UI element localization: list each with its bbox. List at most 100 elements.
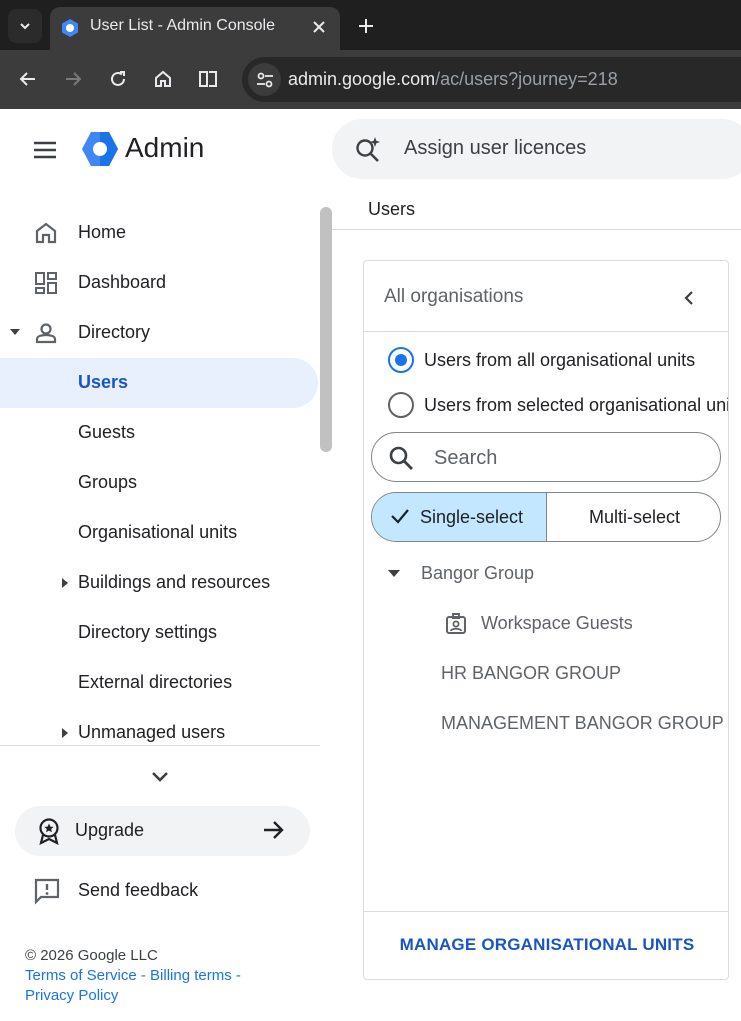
tab-close-button[interactable]	[308, 16, 330, 38]
admin-logo-icon	[82, 132, 118, 166]
sidebar-item-external-directories[interactable]: External directories	[0, 658, 318, 708]
search-icon	[389, 446, 413, 470]
org-unit-panel: All organisations Users from all organis…	[363, 260, 729, 980]
footer-separator: -	[231, 967, 241, 984]
app-name: Admin	[125, 132, 205, 163]
global-search-bar[interactable]: Assign user licences	[332, 119, 741, 179]
multi-select-label: Multi-select	[588, 507, 681, 527]
privacy-policy-link[interactable]: Privacy Policy	[25, 987, 118, 1004]
radio-button-checked[interactable]	[388, 347, 414, 373]
chevron-left-icon	[684, 291, 693, 305]
sidebar-item-users[interactable]: Users	[0, 358, 318, 408]
sidebar-item-label: External directories	[78, 672, 233, 692]
sidebar-item-label: Unmanaged users	[78, 722, 226, 742]
upgrade-label: Upgrade	[75, 820, 145, 840]
admin-favicon-icon	[62, 19, 78, 37]
feedback-icon	[34, 878, 60, 905]
arrow-left-icon	[19, 72, 35, 86]
multi-select-button[interactable]: Multi-select	[547, 493, 720, 541]
forward-button[interactable]	[58, 64, 88, 94]
tab-search-dropdown[interactable]	[8, 9, 42, 43]
home-icon	[33, 220, 59, 246]
sidebar-scrollbar[interactable]	[320, 207, 332, 452]
sidebar-item-label: Dashboard	[78, 272, 167, 292]
radio-all-units[interactable]: Users from all organisational units	[388, 345, 728, 375]
award-icon	[39, 818, 59, 845]
reading-mode-icon	[199, 71, 217, 87]
new-tab-button[interactable]	[352, 12, 380, 40]
menu-icon	[34, 141, 56, 159]
footer-separator: -	[136, 967, 151, 984]
header-divider	[332, 229, 741, 230]
plus-icon	[359, 19, 373, 33]
chevron-down-icon	[20, 23, 30, 30]
side-panel-button[interactable]	[193, 64, 223, 94]
panel-footer-divider	[364, 911, 728, 912]
check-icon	[391, 509, 409, 524]
site-info-button[interactable]	[248, 63, 281, 96]
dashboard-icon	[33, 270, 59, 296]
sidebar-item-directory[interactable]: Directory	[0, 308, 318, 358]
single-select-button[interactable]: Single-select	[372, 493, 547, 541]
tune-icon	[256, 72, 273, 87]
feedback-label: Send feedback	[78, 880, 199, 900]
browser-tab-active[interactable]: User List - Admin Console	[50, 7, 340, 50]
collapse-panel-button[interactable]	[676, 285, 702, 311]
radio-button-unchecked[interactable]	[388, 392, 414, 418]
tree-node-workspace-guests[interactable]: Workspace Guests	[444, 603, 724, 643]
caret-right-icon	[62, 578, 68, 588]
breadcrumb[interactable]: Users	[368, 199, 415, 220]
sidebar-footer: © 2026 Google LLC Terms of Service - Bil…	[25, 946, 241, 1006]
org-search-input[interactable]	[434, 445, 704, 471]
chevron-down-icon	[152, 772, 168, 782]
sidebar-item-directory-settings[interactable]: Directory settings	[0, 608, 318, 658]
radio-selected-units[interactable]: Users from selected organisational units	[388, 390, 728, 420]
reload-icon	[111, 71, 125, 86]
single-select-label: Single-select	[420, 507, 524, 527]
sidebar-item-label: Groups	[78, 472, 138, 492]
sidebar-item-label: Directory settings	[78, 622, 218, 642]
radio-label: Users from all organisational units	[424, 350, 696, 370]
send-feedback-button[interactable]: Send feedback	[0, 866, 318, 916]
back-button[interactable]	[13, 64, 43, 94]
tree-node-label: Workspace Guests	[481, 613, 633, 633]
selection-mode-toggle: Single-select Multi-select	[371, 492, 721, 542]
browser-tab-bar: User List - Admin Console	[0, 0, 741, 50]
arrow-right-icon	[264, 821, 284, 839]
reload-button[interactable]	[103, 64, 133, 94]
guest-badge-icon	[446, 613, 466, 634]
sidebar-expand-button[interactable]	[146, 763, 174, 791]
terms-of-service-link[interactable]: Terms of Service	[25, 967, 137, 984]
tree-node-management-bangor-group[interactable]: MANAGEMENT BANGOR GROUP	[441, 703, 726, 743]
sidebar-item-groups[interactable]: Groups	[0, 458, 318, 508]
url-text: admin.google.com/ac/users?journey=218	[288, 69, 618, 89]
tree-node-root[interactable]: Bangor Group	[386, 553, 716, 593]
copyright-text: © 2026 Google LLC	[25, 947, 158, 964]
address-bar[interactable]: admin.google.com/ac/users?journey=218	[242, 57, 741, 102]
upgrade-button[interactable]: Upgrade	[15, 806, 310, 856]
main-menu-button[interactable]	[30, 135, 60, 165]
browser-toolbar: admin.google.com/ac/users?journey=218	[0, 50, 741, 109]
sidebar-item-buildings-and-resources[interactable]: Buildings and resources	[0, 558, 318, 608]
org-search-field[interactable]	[371, 432, 721, 482]
home-button[interactable]	[148, 64, 178, 94]
sidebar-item-dashboard[interactable]: Dashboard	[0, 258, 318, 308]
tab-title: User List - Admin Console	[90, 17, 275, 34]
tree-node-label: HR BANGOR GROUP	[441, 663, 622, 683]
manage-org-units-link[interactable]: MANAGE ORGANISATIONAL UNITS	[364, 935, 728, 955]
sidebar-item-organisational-units[interactable]: Organisational units	[0, 508, 318, 558]
tree-node-hr-bangor-group[interactable]: HR BANGOR GROUP	[441, 653, 726, 693]
tree-node-label: MANAGEMENT BANGOR GROUP	[441, 713, 724, 733]
billing-terms-link[interactable]: Billing terms	[150, 967, 232, 984]
caret-down-icon	[388, 570, 400, 577]
panel-divider	[364, 331, 728, 332]
close-icon	[313, 21, 325, 33]
sidebar-item-guests[interactable]: Guests	[0, 408, 318, 458]
sidebar-item-label: Users	[78, 372, 129, 392]
sidebar-item-unmanaged-users[interactable]: Unmanaged users	[0, 708, 318, 745]
person-icon	[33, 320, 59, 346]
sidebar-divider	[0, 745, 320, 746]
sidebar-item-label: Buildings and resources	[78, 572, 271, 592]
sidebar-item-home[interactable]: Home	[0, 208, 318, 258]
caret-down-icon	[10, 329, 20, 335]
